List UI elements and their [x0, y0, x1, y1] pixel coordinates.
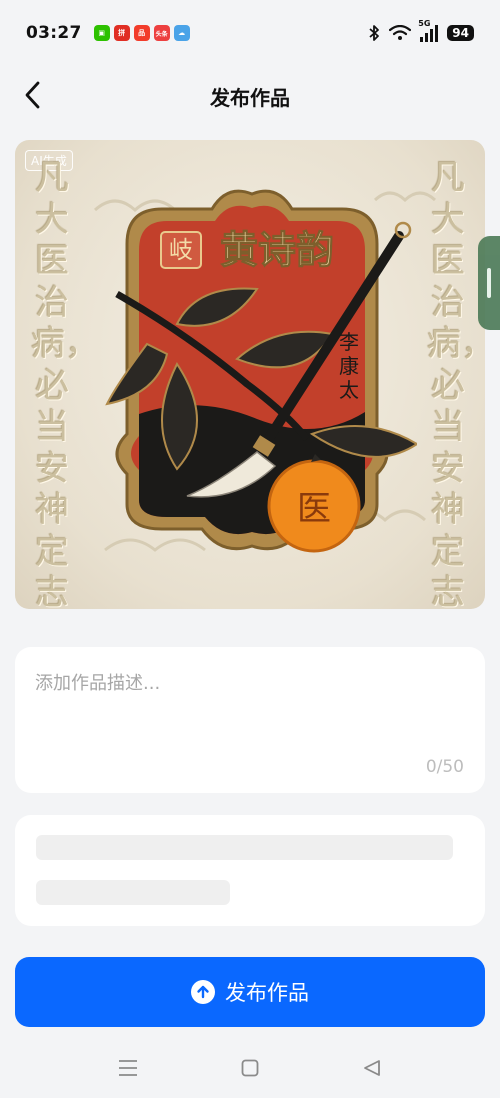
- author-char-2: 康: [339, 354, 359, 378]
- page-title: 发布作品: [210, 86, 290, 110]
- calligraphy-left-lower: 必当安神定志: [35, 365, 69, 610]
- notification-app-icons: ▣ 拼 品 头条 ☁: [93, 25, 190, 41]
- nav-bar: 发布作品: [0, 66, 500, 124]
- publish-button[interactable]: 发布作品: [15, 957, 485, 1027]
- orange-char: 医: [297, 489, 331, 529]
- publish-button-label: 发布作品: [225, 981, 309, 1005]
- loading-placeholder-card: [15, 815, 485, 926]
- skeleton-line: [36, 880, 230, 905]
- menu-icon[interactable]: [116, 1056, 140, 1080]
- floating-side-handle[interactable]: [478, 236, 500, 330]
- skeleton-line: [36, 835, 453, 860]
- weather-icon: ☁: [173, 25, 190, 41]
- back-triangle-icon[interactable]: [360, 1056, 384, 1080]
- status-time: 03:27: [26, 23, 82, 43]
- shopping-icon: 品: [133, 25, 150, 41]
- author-char-3: 太: [339, 378, 359, 402]
- network-type-label: 5G: [418, 19, 431, 28]
- wechat-icon: ▣: [93, 25, 110, 41]
- battery-indicator: 94: [447, 25, 474, 41]
- calligraphy-right: 凡大医治病，必当安神定志: [427, 158, 485, 609]
- calligraphy-left: 凡大医治病， 必当安神定志: [31, 158, 99, 610]
- system-navigation-bar: [0, 1046, 500, 1090]
- bluetooth-icon: [369, 25, 380, 41]
- calligraphy-left-upper: 凡大医治病，: [31, 158, 99, 364]
- seal-char: 岐: [169, 236, 193, 264]
- description-card: 0/50: [15, 647, 485, 793]
- status-bar: 03:27 ▣ 拼 品 头条 ☁ 5G 94: [0, 0, 500, 66]
- toutiao-icon: 头条: [153, 25, 170, 41]
- side-handle-grip: [487, 268, 491, 298]
- char-counter: 0/50: [425, 757, 464, 777]
- status-indicators: 5G 94: [368, 19, 474, 42]
- badge-illustration: 岐 黄诗韵 李 康 太 医: [105, 189, 417, 553]
- wifi-icon: [389, 25, 412, 40]
- home-icon[interactable]: [238, 1056, 262, 1080]
- artwork-image[interactable]: AI生成 凡大医治病， 必当安神定志 凡大医治病，必当安神定志 岐 黄诗韵 李 …: [15, 140, 485, 609]
- artist-name: 黄诗韵: [220, 227, 334, 272]
- upload-arrow-icon: [191, 980, 215, 1004]
- description-input[interactable]: [35, 669, 465, 749]
- pinduoduo-icon: 拼: [113, 25, 130, 41]
- cellular-signal-icon: 5G: [418, 19, 439, 42]
